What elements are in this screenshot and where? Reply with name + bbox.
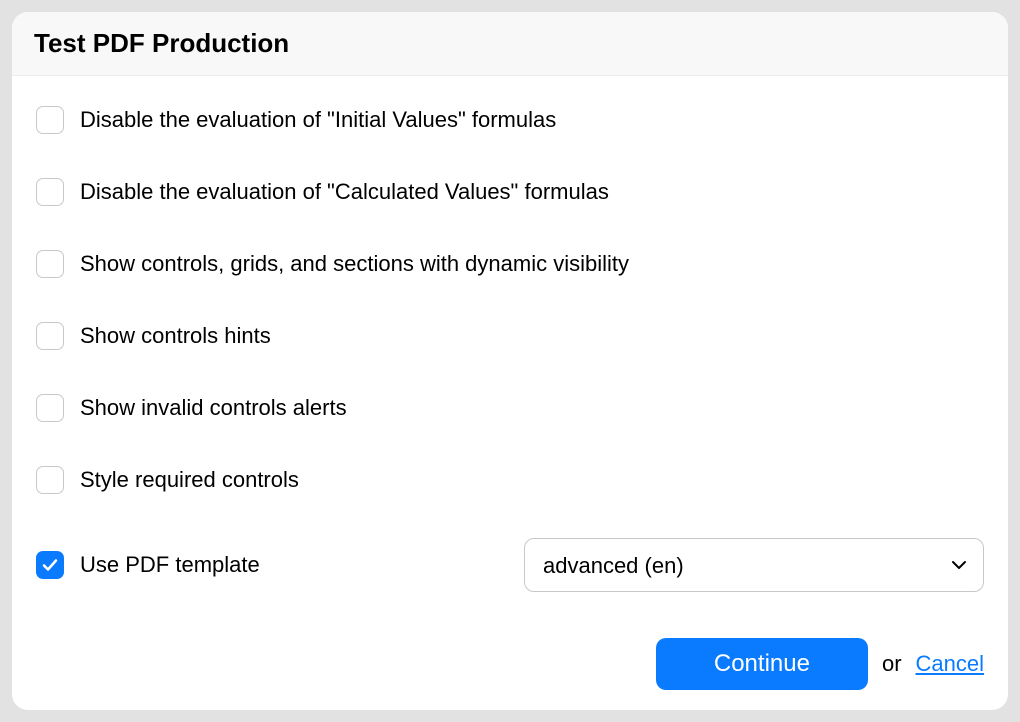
label-show-invalid: Show invalid controls alerts: [80, 395, 347, 421]
checkbox-show-dynamic[interactable]: [36, 250, 64, 278]
or-text: or: [882, 651, 902, 677]
cancel-link[interactable]: Cancel: [916, 651, 984, 677]
checkbox-disable-calculated[interactable]: [36, 178, 64, 206]
option-disable-initial: Disable the evaluation of "Initial Value…: [36, 106, 984, 134]
option-style-required: Style required controls: [36, 466, 984, 494]
option-show-dynamic: Show controls, grids, and sections with …: [36, 250, 984, 278]
label-style-required: Style required controls: [80, 467, 299, 493]
dialog-actions: Continue or Cancel: [36, 638, 984, 690]
check-icon: [42, 557, 58, 573]
checkbox-show-invalid[interactable]: [36, 394, 64, 422]
option-use-template: Use PDF template advanced (en): [36, 538, 984, 592]
dialog-header: Test PDF Production: [12, 12, 1008, 76]
dialog-title: Test PDF Production: [34, 28, 986, 59]
test-pdf-production-dialog: Test PDF Production Disable the evaluati…: [12, 12, 1008, 710]
checkbox-style-required[interactable]: [36, 466, 64, 494]
label-disable-calculated: Disable the evaluation of "Calculated Va…: [80, 179, 609, 205]
label-use-template: Use PDF template: [80, 552, 260, 578]
template-select[interactable]: advanced (en): [524, 538, 984, 592]
label-show-dynamic: Show controls, grids, and sections with …: [80, 251, 629, 277]
template-left: Use PDF template: [36, 551, 260, 579]
template-select-wrapper: advanced (en): [524, 538, 984, 592]
dialog-body: Disable the evaluation of "Initial Value…: [12, 76, 1008, 710]
checkbox-use-template[interactable]: [36, 551, 64, 579]
option-disable-calculated: Disable the evaluation of "Calculated Va…: [36, 178, 984, 206]
option-show-hints: Show controls hints: [36, 322, 984, 350]
continue-button[interactable]: Continue: [656, 638, 868, 690]
checkbox-disable-initial[interactable]: [36, 106, 64, 134]
option-show-invalid: Show invalid controls alerts: [36, 394, 984, 422]
label-disable-initial: Disable the evaluation of "Initial Value…: [80, 107, 556, 133]
checkbox-show-hints[interactable]: [36, 322, 64, 350]
label-show-hints: Show controls hints: [80, 323, 271, 349]
